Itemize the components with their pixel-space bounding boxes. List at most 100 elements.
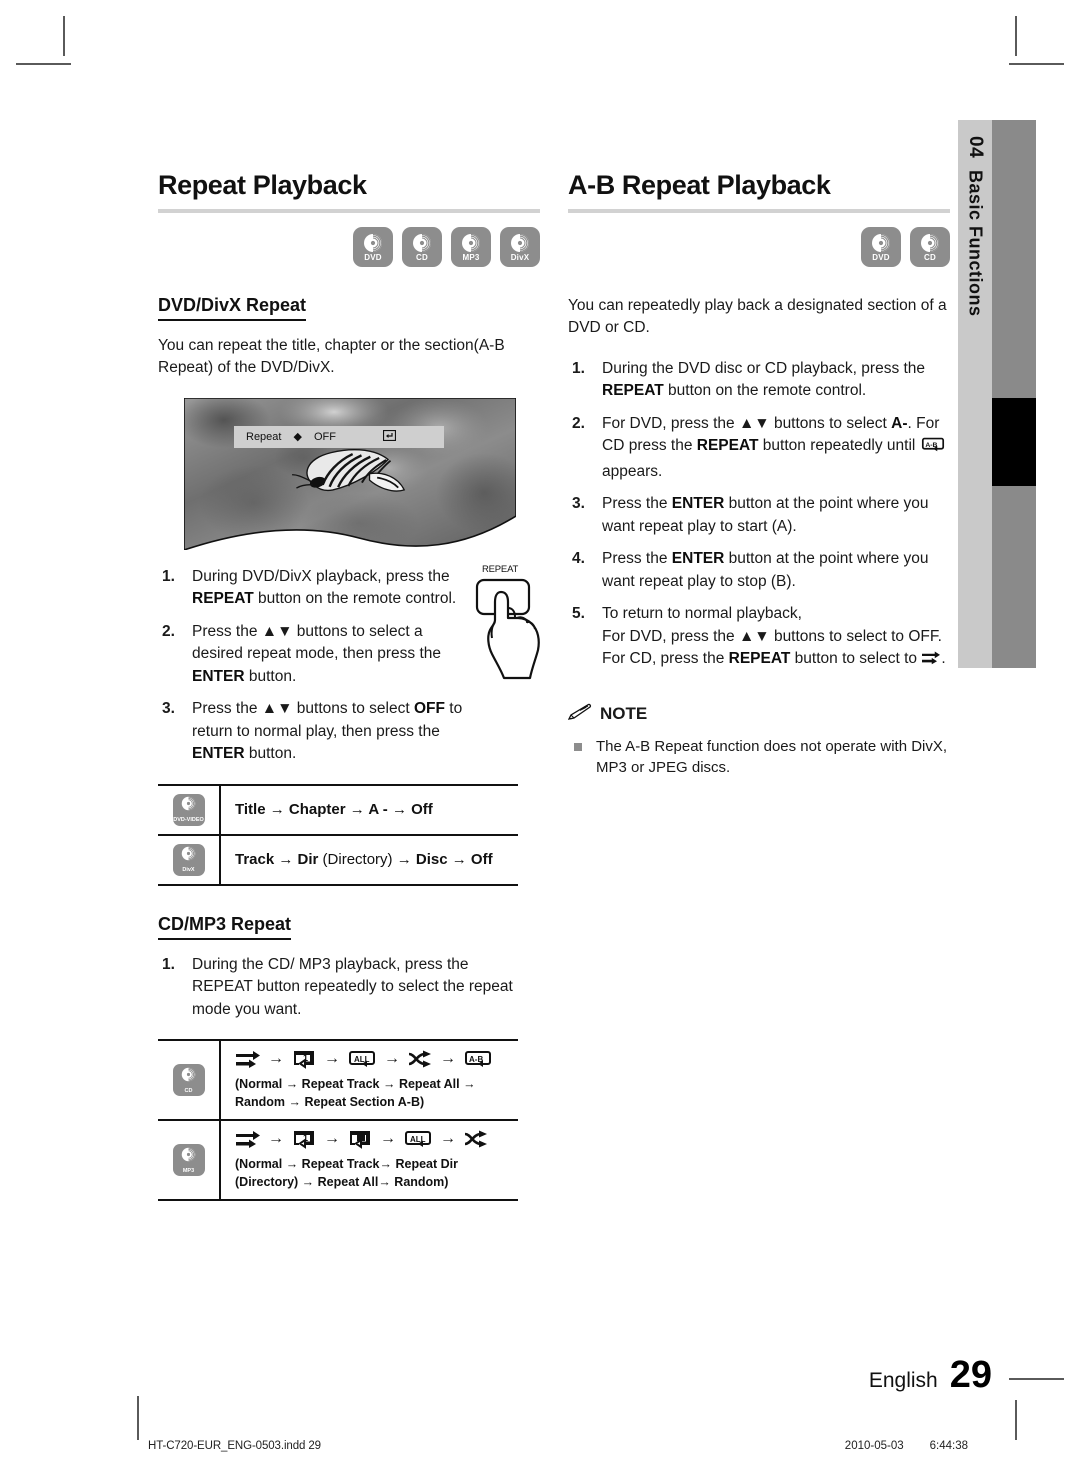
right-disc-badge-group: DVD CD	[568, 227, 950, 267]
step-item: 2. Press the ▲▼ buttons to select a desir…	[162, 622, 442, 685]
step-number: 1.	[162, 955, 175, 973]
step-item: 1. During the CD/ MP3 playback, press the…	[162, 955, 513, 1018]
step-item: 1. During the DVD disc or CD playback, pr…	[572, 359, 926, 400]
badge-label: DVD	[872, 252, 890, 262]
step-item: 5. To return to normal playback, For DVD, …	[568, 603, 950, 672]
badge-label: MP3	[462, 252, 480, 262]
crop-mark-top-right-vertical	[1015, 16, 1017, 56]
note-items-list: The A-B Repeat function does not operate…	[568, 736, 950, 780]
cd-mp3-steps-list: 1. During the CD/ MP3 playback, press the…	[158, 954, 518, 1021]
return-icon	[382, 429, 397, 444]
footer-source-filename: HT-C720-EUR_ENG-0503.indd 29	[148, 1440, 321, 1452]
remote-repeat-button-illustration: REPEAT	[468, 564, 573, 681]
disc-icon	[871, 233, 891, 253]
repeat-ab-icon: A-B	[920, 436, 946, 460]
arrow-icon: →	[384, 1050, 400, 1068]
normal-arrows-icon	[236, 1051, 260, 1069]
mode-sequence-text: Track → Dir (Directory) → Disc → Off	[235, 850, 493, 868]
repeat-mode-icon-sequence: → 1 → → ALL →	[235, 1129, 518, 1150]
step-number: 4.	[572, 550, 585, 568]
arrow-icon: →	[380, 1130, 396, 1148]
crop-mark-bottom-right-vertical	[1015, 1400, 1017, 1440]
disc-type-badge: CD	[172, 1064, 205, 1097]
ab-repeat-steps-list: 1. During the DVD disc or CD playback, pr…	[568, 358, 950, 673]
page-title-repeat-playback: Repeat Playback	[158, 170, 367, 200]
mode-row-text-cell: → 1 → → ALL → (Normal → Repeat Track→ Repeat …	[220, 1119, 518, 1202]
shuffle-icon	[464, 1130, 487, 1148]
step-item: 3. Press the ENTER button at the point wh…	[572, 495, 929, 535]
table-row: MP3 → 1 → → ALL → (Normal → Repeat Track→ Rep…	[158, 1119, 518, 1202]
chapter-sidebar-active-marker	[992, 398, 1036, 486]
cd-mp3-mode-table: CD → 1 → ALL → → A-B (Normal → Repeat Track → …	[158, 1039, 518, 1202]
repeat-track-icon: 1	[294, 1131, 314, 1150]
divx-badge: DivX	[500, 227, 540, 267]
step-item: 1. During DVD/DivX playback, press the RE…	[162, 567, 457, 608]
table-row: CD → 1 → ALL → → A-B (Normal → Repeat Track → …	[158, 1039, 518, 1122]
disc-icon	[181, 846, 196, 866]
footer-date: 2010-05-03	[844, 1440, 904, 1452]
disc-icon	[920, 233, 940, 253]
note-item: The A-B Repeat function does not operate…	[568, 736, 950, 780]
osd-repeat-bar: Repeat ◆ OFF	[234, 425, 444, 448]
osd-screenshot-figure: Repeat ◆ OFF	[183, 397, 517, 552]
chapter-sidebar-gray-band	[992, 120, 1036, 668]
crop-mark-top-left-horizontal	[16, 63, 71, 65]
mode-row-text-cell: → 1 → ALL → → A-B (Normal → Repeat Track → Rep…	[220, 1039, 518, 1122]
disc-icon	[181, 1147, 196, 1167]
step-number: 5.	[572, 605, 585, 623]
svg-text:1: 1	[303, 1133, 308, 1143]
left-disc-badge-group: DVD CD MP3 DivX	[158, 227, 540, 267]
mode-sequence-text: Title → Chapter → A - → Off	[235, 800, 433, 818]
repeat-ab-icon: A-B	[921, 438, 944, 452]
disc-icon	[181, 796, 196, 816]
badge-label: CD	[924, 252, 936, 262]
subheading-cd-mp3-repeat: CD/MP3 Repeat	[158, 914, 292, 940]
cd-badge: CD	[402, 227, 442, 267]
footer-print-metadata: 2010-05-03 6:44:38	[845, 1440, 968, 1452]
badge-label: CD	[416, 252, 428, 262]
disc-type-badge: MP3	[172, 1144, 205, 1177]
repeat-mode-caption: (Normal → Repeat Track → Repeat All → Ra…	[235, 1077, 476, 1109]
disc-type-badge: DivX	[172, 843, 205, 876]
svg-text:ALL: ALL	[410, 1135, 426, 1144]
step-number: 1.	[572, 359, 585, 377]
svg-text:ALL: ALL	[354, 1055, 370, 1064]
pencil-icon	[567, 703, 592, 726]
badge-label: MP3	[182, 1167, 195, 1174]
badge-label: DivX	[510, 252, 530, 262]
mode-row-icon-cell: DVD-VIDEO	[158, 783, 221, 836]
page-title-ab-repeat-playback: A-B Repeat Playback	[568, 170, 831, 200]
disc-type-badge: DVD-VIDEO	[172, 793, 205, 826]
dvd-badge: DVD	[353, 227, 393, 267]
footer-page-number: 29	[949, 1354, 992, 1396]
badge-label: DVD	[364, 252, 382, 262]
step-number: 2.	[572, 414, 585, 432]
dvd-badge: DVD	[861, 227, 901, 267]
step-item: 3. Press the ▲▼ buttons to select OFF to …	[162, 700, 463, 763]
repeat-ab-icon: A-B	[465, 1051, 491, 1068]
crop-mark-top-left-vertical	[63, 16, 65, 56]
mode-row-icon-cell: CD	[158, 1039, 221, 1122]
step-item: 2. For DVD, press the ▲▼ buttons to selec…	[568, 413, 950, 483]
table-row: DivX Track → Dir (Directory) → Disc → Of…	[158, 833, 518, 886]
footer-page-indicator: English 29	[869, 1354, 992, 1397]
table-row: DVD-VIDEO Title → Chapter → A - → Off	[158, 783, 518, 836]
mode-row-text-cell: Title → Chapter → A - → Off	[220, 783, 518, 836]
crop-mark-bottom-right-horizontal	[1009, 1378, 1064, 1380]
disc-icon	[363, 233, 383, 253]
title-divider	[158, 209, 540, 213]
step-item: 4. Press the ENTER button at the point wh…	[572, 550, 929, 590]
chapter-name: Basic Functions	[965, 170, 986, 317]
title-divider-right	[568, 209, 950, 213]
osd-repeat-value: OFF	[313, 430, 336, 443]
repeat-all-icon: ALL	[349, 1051, 375, 1068]
repeat-mode-caption: (Normal → Repeat Track→ Repeat Dir (Dire…	[235, 1157, 458, 1189]
repeat-mode-icon-sequence: → 1 → ALL → → A-B	[235, 1049, 518, 1070]
note-heading: NOTE	[567, 703, 950, 726]
note-label: NOTE	[600, 704, 648, 724]
disc-icon	[510, 233, 530, 253]
crop-mark-top-right-horizontal	[1009, 63, 1064, 65]
normal-arrows-icon	[921, 650, 941, 672]
cd-badge: CD	[910, 227, 950, 267]
footer-language: English	[868, 1369, 938, 1392]
